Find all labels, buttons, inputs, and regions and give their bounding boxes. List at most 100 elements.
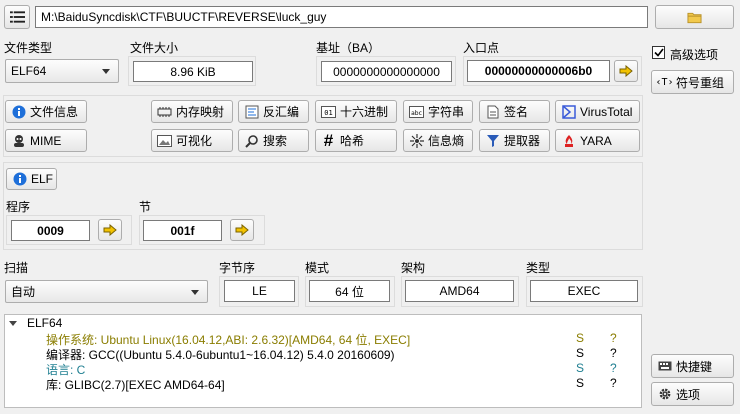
chevron-down-icon[interactable]	[9, 321, 17, 326]
advanced-options-label[interactable]: 高级选项	[670, 46, 718, 63]
sections-label: 节	[139, 200, 152, 214]
tree-row-os-q: ?	[610, 331, 617, 345]
tree-row-compiler[interactable]: 编译器: GCC((Ubuntu 5.4.0-6ubuntu1~16.04.12…	[46, 346, 395, 363]
signature-icon	[485, 104, 500, 119]
arrow-right-icon	[619, 65, 633, 77]
symbol-icon: ‹T›	[655, 76, 674, 88]
hex-icon: 01	[321, 104, 336, 119]
svg-text:01: 01	[324, 109, 332, 117]
hash-button[interactable]: # 哈希	[315, 129, 397, 152]
entropy-icon	[409, 133, 424, 148]
scan-label: 扫描	[4, 261, 29, 275]
virustotal-icon	[561, 104, 576, 119]
svg-text:abc: abc	[411, 110, 422, 117]
folder-icon	[687, 10, 702, 25]
strings-label: 字符串	[428, 105, 465, 119]
sections-goto-button[interactable]	[230, 219, 254, 241]
tree-row-language-q: ?	[610, 361, 617, 375]
visualization-button[interactable]: 可视化	[151, 129, 233, 152]
hamburger-menu-icon	[9, 10, 25, 25]
type-field: EXEC	[530, 280, 638, 302]
entry-point-field[interactable]: 00000000000006b0	[467, 60, 610, 82]
disassembly-label: 反汇编	[263, 105, 300, 119]
mime-label: MIME	[30, 133, 62, 148]
checkmark-icon	[653, 48, 664, 57]
image-icon	[157, 133, 172, 148]
keyboard-icon	[657, 359, 672, 374]
programs-goto-button[interactable]	[98, 219, 122, 241]
extractor-label: 提取器	[504, 134, 541, 148]
programs-label: 程序	[6, 200, 31, 214]
file-type-label: 文件类型	[4, 41, 53, 55]
shortcuts-button[interactable]: 快捷键	[651, 354, 734, 378]
sections-field: 001f	[143, 220, 222, 241]
arch-field: AMD64	[405, 280, 514, 302]
file-type-value: ELF64	[11, 64, 47, 78]
hex-button[interactable]: 01 十六进制	[315, 100, 397, 123]
gear-icon	[657, 387, 672, 402]
open-file-button[interactable]	[655, 5, 734, 29]
yara-label: YARA	[580, 133, 612, 148]
memory-map-icon	[157, 104, 172, 119]
signature-label: 签名	[504, 105, 529, 119]
yara-icon	[561, 133, 576, 148]
programs-field: 0009	[11, 220, 90, 241]
search-label: 搜索	[263, 134, 288, 148]
memory-map-label: 内存映射	[176, 105, 225, 119]
base-address-label: 基址（BA）	[316, 41, 381, 55]
symbol-demangle-label: 符号重组	[676, 75, 725, 90]
yara-button[interactable]: YARA	[555, 129, 640, 152]
menu-button[interactable]	[4, 5, 30, 29]
options-label: 选项	[676, 387, 701, 402]
search-button[interactable]: 搜索	[238, 129, 309, 152]
disassembly-icon	[244, 104, 259, 119]
virustotal-button[interactable]: VirusTotal	[555, 100, 640, 123]
file-info-button[interactable]: 文件信息	[5, 100, 87, 123]
file-size-label: 文件大小	[130, 41, 179, 55]
arrow-right-icon	[103, 224, 117, 236]
chevron-down-icon	[102, 69, 110, 74]
tree-row-library-q: ?	[610, 376, 617, 390]
visualization-label: 可视化	[176, 134, 213, 148]
scan-select[interactable]: 自动	[5, 280, 208, 303]
file-size-field: 8.96 KiB	[133, 61, 253, 82]
options-button[interactable]: 选项	[651, 382, 734, 406]
tree-row-os-s: S	[576, 331, 585, 345]
entry-point-label: 入口点	[463, 41, 500, 55]
entropy-button[interactable]: 信息熵	[403, 129, 473, 152]
tree-row-language-s: S	[576, 361, 585, 375]
scan-value: 自动	[11, 285, 36, 299]
disassembly-button[interactable]: 反汇编	[238, 100, 309, 123]
entropy-label: 信息熵	[428, 134, 465, 148]
advanced-options-checkbox[interactable]	[652, 46, 665, 59]
tree-row-compiler-s: S	[576, 346, 585, 360]
strings-icon: abc	[409, 104, 424, 119]
entry-point-goto-button[interactable]	[614, 60, 638, 82]
shortcuts-label: 快捷键	[676, 359, 713, 374]
tree-row-library-s: S	[576, 376, 585, 390]
arch-label: 架构	[401, 261, 426, 275]
mime-button[interactable]: MIME	[5, 129, 87, 152]
arrow-right-icon	[235, 224, 249, 236]
memory-map-button[interactable]: 内存映射	[151, 100, 233, 123]
mode-label: 模式	[305, 261, 330, 275]
base-address-field[interactable]: 0000000000000000	[321, 61, 452, 82]
info-icon	[11, 104, 26, 119]
elf-label: ELF	[31, 172, 54, 186]
type-label: 类型	[526, 261, 551, 275]
endian-field: LE	[224, 280, 295, 302]
chevron-down-icon	[191, 289, 199, 295]
file-path-input[interactable]: M:\BaiduSyncdisk\CTF\BUUCTF\REVERSE\luck…	[35, 6, 648, 28]
scan-results-tree[interactable]: ELF64 操作系统: Ubuntu Linux(16.04.12,ABI: 2…	[4, 314, 642, 408]
signature-button[interactable]: 签名	[479, 100, 550, 123]
elf-button[interactable]: ELF	[6, 168, 57, 190]
endian-label: 字节序	[219, 261, 256, 275]
file-type-select[interactable]: ELF64	[5, 59, 119, 83]
tree-root[interactable]: ELF64	[27, 316, 62, 330]
strings-button[interactable]: abc 字符串	[403, 100, 473, 123]
hash-icon: #	[323, 130, 334, 150]
tree-row-library[interactable]: 库: GLIBC(2.7)[EXEC AMD64-64]	[46, 376, 225, 393]
symbol-demangle-button[interactable]: ‹T› 符号重组	[651, 70, 734, 94]
extractor-button[interactable]: 提取器	[479, 129, 550, 152]
hash-label: 哈希	[340, 134, 365, 148]
